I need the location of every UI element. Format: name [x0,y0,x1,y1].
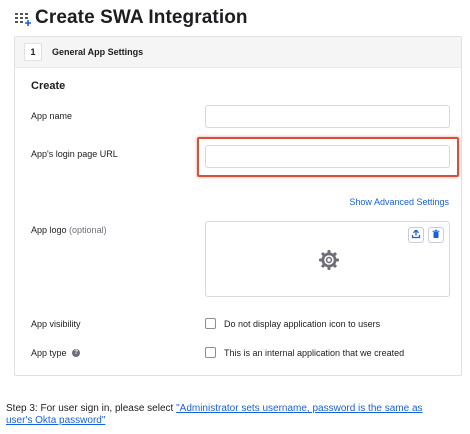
internal-app-checkbox-row[interactable]: This is an internal application that we … [205,347,404,358]
step-number-badge: 1 [24,43,42,61]
instruction-prefix: Step 3: For user sign in, please select [6,403,177,414]
app-logo-label-text: App logo [31,225,67,235]
app-type-label: App type ? [31,348,81,358]
app-type-label-text: App type [31,348,67,358]
highlight-annotation [197,137,459,177]
hide-icon-checkbox[interactable] [205,318,216,329]
general-settings-card: 1 General App Settings Create App name A… [14,36,462,376]
card-header: 1 General App Settings [15,37,461,68]
login-url-label: App's login page URL [31,149,118,159]
gear-icon [318,249,340,271]
help-icon[interactable]: ? [72,348,81,357]
optional-tag: (optional) [69,225,107,235]
delete-button[interactable] [428,227,444,243]
page-header: Create SWA Integration [14,6,248,30]
app-visibility-label: App visibility [31,319,81,329]
upload-button[interactable] [408,227,424,243]
instruction-text: Step 3: For user sign in, please select … [6,403,446,427]
logo-upload-area[interactable] [205,221,450,297]
upload-icon [411,226,421,244]
app-logo-label: App logo (optional) [31,225,107,235]
app-name-input[interactable] [205,105,450,128]
app-name-label: App name [31,111,73,121]
grid-plus-icon [14,11,32,27]
hide-icon-checkbox-row[interactable]: Do not display application icon to users [205,318,380,329]
show-advanced-settings-link[interactable]: Show Advanced Settings [349,197,449,207]
internal-app-checkbox-label: This is an internal application that we … [224,347,405,358]
step-label: General App Settings [52,47,144,57]
page-title: Create SWA Integration [35,7,248,28]
internal-app-checkbox[interactable] [205,347,216,358]
hide-icon-checkbox-label: Do not display application icon to users [224,318,381,329]
trash-icon [431,226,441,244]
section-heading: Create [31,80,66,92]
